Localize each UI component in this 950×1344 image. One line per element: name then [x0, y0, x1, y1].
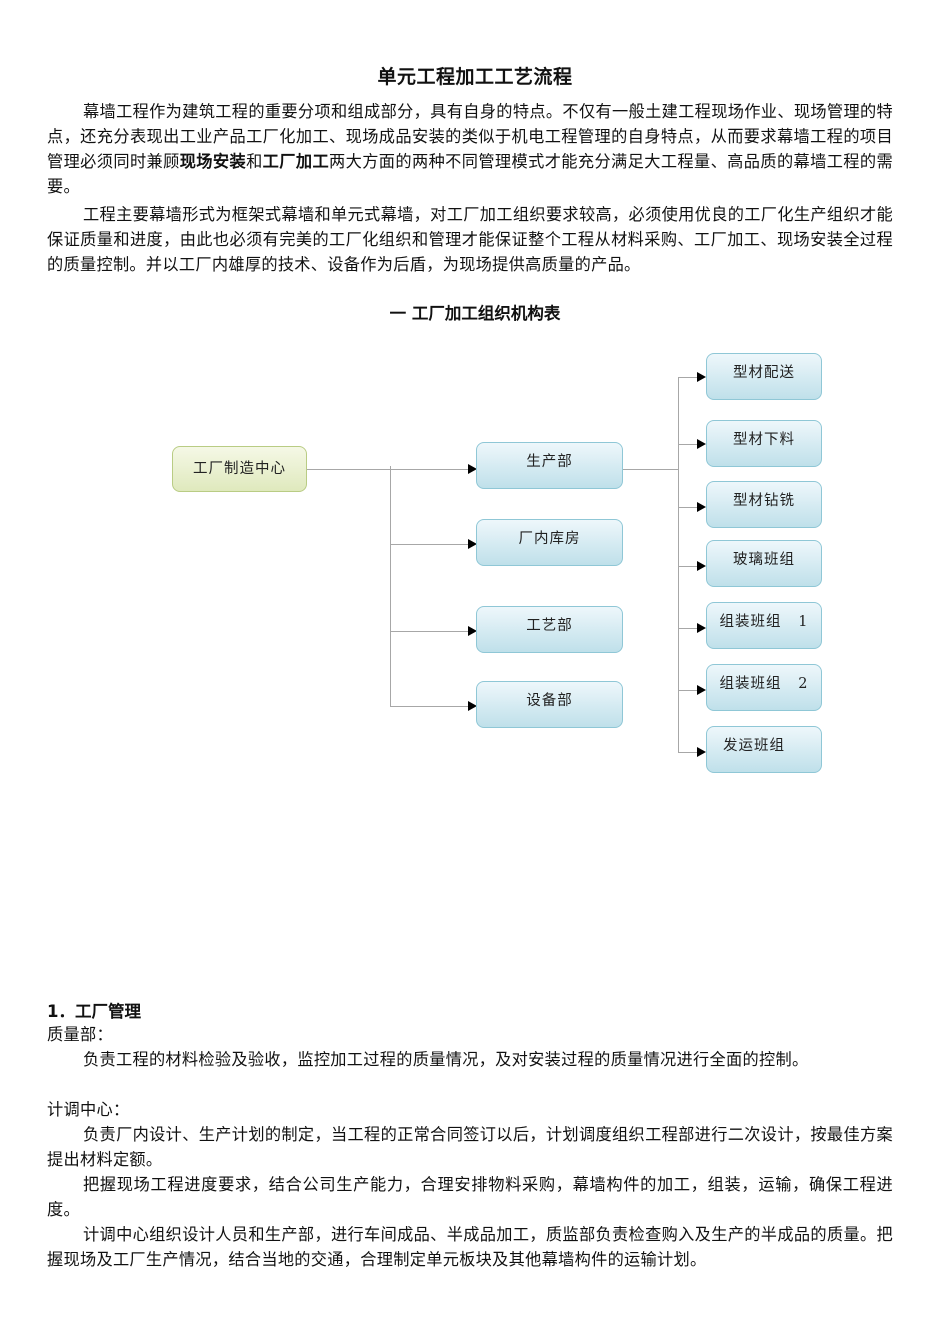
arrow-icon — [697, 685, 706, 695]
planning-center-text-3: 计调中心组织设计人员和生产部，进行车间成品、半成品加工，质监部负责检查购入及生产… — [47, 1225, 893, 1269]
connector-line — [390, 706, 470, 707]
connector-line — [678, 377, 679, 753]
org-node-profile-drilling-milling: 型材钻铣 — [706, 481, 822, 528]
intro-paragraph-1: 幕墙工程作为建筑工程的重要分项和组成部分，具有自身的特点。不仅有一般土建工程现场… — [47, 99, 893, 199]
arrow-icon — [697, 372, 706, 382]
org-node-profile-distribution: 型材配送 — [706, 353, 822, 400]
org-node-glass-team: 玻璃班组 — [706, 540, 822, 587]
connector-line — [390, 631, 470, 632]
arrow-icon — [697, 561, 706, 571]
arrow-icon — [697, 502, 706, 512]
intro-paragraph-2: 工程主要幕墙形式为框架式幕墙和单元式幕墙，对工厂加工组织要求较高，必须使用优良的… — [47, 205, 893, 274]
arrow-icon — [697, 747, 706, 757]
org-node-warehouse: 厂内库房 — [476, 519, 623, 566]
org-node-root: 工厂制造中心 — [172, 446, 307, 492]
connector-line — [623, 469, 679, 470]
org-node-production: 生产部 — [476, 442, 623, 489]
connector-line — [307, 469, 470, 470]
org-node-profile-cutting: 型材下料 — [706, 420, 822, 467]
quality-dept-text: 负责工程的材料检验及验收，监控加工过程的质量情况，及对安装过程的质量情况进行全面… — [83, 1050, 809, 1069]
org-node-process-dept: 工艺部 — [476, 606, 623, 653]
planning-center-text-1: 负责厂内设计、生产计划的制定，当工程的正常合同签订以后，计划调度组织工程部进行二… — [47, 1125, 893, 1169]
section-heading-factory-management: 1．工厂管理 — [47, 1002, 141, 1021]
org-chart: 工厂制造中心 生产部 厂内库房 工艺部 设备部 型材配送 型材下料 型材钻铣 玻… — [0, 340, 950, 800]
org-node-equipment-dept: 设备部 — [476, 681, 623, 728]
planning-center-label: 计调中心： — [47, 1100, 130, 1119]
arrow-icon — [697, 439, 706, 449]
intro-bold-onsite-installation: 现场安装 — [179, 152, 247, 171]
arrow-icon — [697, 623, 706, 633]
intro-text-part: 和 — [246, 152, 263, 171]
intro-bold-factory-processing: 工厂加工 — [262, 152, 330, 171]
connector-line — [390, 466, 391, 707]
connector-line — [390, 544, 470, 545]
org-node-shipping-team: 发运班组 — [706, 726, 822, 773]
document-title: 单元工程加工工艺流程 — [377, 66, 573, 88]
planning-center-text-2: 把握现场工程进度要求，结合公司生产能力，合理安排物料采购，幕墙构件的加工，组装，… — [47, 1175, 893, 1219]
org-chart-title: 一 工厂加工组织机构表 — [389, 304, 561, 323]
quality-dept-label: 质量部： — [47, 1025, 113, 1044]
org-node-assembly-team-2: 组装班组 2 — [706, 664, 822, 711]
document-page: 单元工程加工工艺流程 幕墙工程作为建筑工程的重要分项和组成部分，具有自身的特点。… — [0, 0, 950, 1344]
org-node-assembly-team-1: 组装班组 1 — [706, 602, 822, 649]
